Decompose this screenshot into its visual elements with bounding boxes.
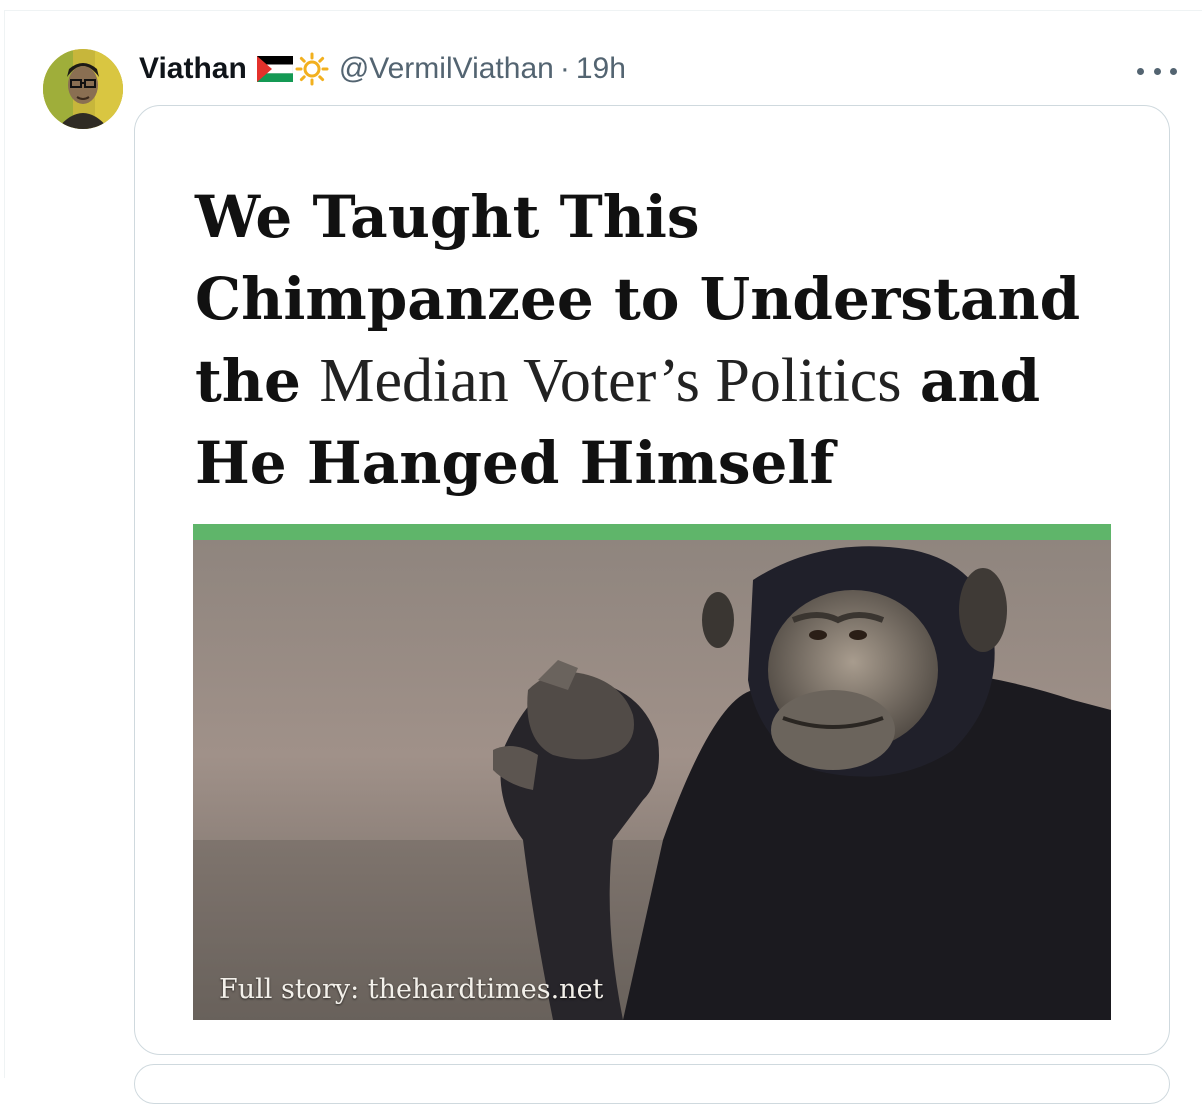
timestamp[interactable]: 19h — [576, 52, 626, 86]
chimpanzee-photo[interactable] — [193, 540, 1111, 1020]
green-divider — [193, 524, 1111, 540]
tweet-header: Viathan @VermilViathan · 19h — [139, 51, 626, 87]
avatar-image — [43, 49, 123, 129]
sun-icon — [295, 52, 329, 86]
handle[interactable]: @VermilViathan — [339, 52, 554, 86]
more-icon[interactable] — [1137, 63, 1177, 79]
display-name[interactable]: Viathan — [139, 52, 247, 86]
avatar[interactable] — [43, 49, 123, 129]
headline: We Taught This Chimpanzee to Understand … — [195, 176, 1115, 504]
media-card[interactable]: We Taught This Chimpanzee to Understand … — [134, 105, 1170, 1055]
headline-part-2: Median Voter’s Politics — [319, 347, 902, 415]
palestine-flag-icon — [256, 56, 294, 82]
separator-dot: · — [559, 52, 570, 85]
next-card-edge — [134, 1064, 1170, 1104]
photo-caption: Full story: thehardtimes.net — [219, 974, 604, 1005]
